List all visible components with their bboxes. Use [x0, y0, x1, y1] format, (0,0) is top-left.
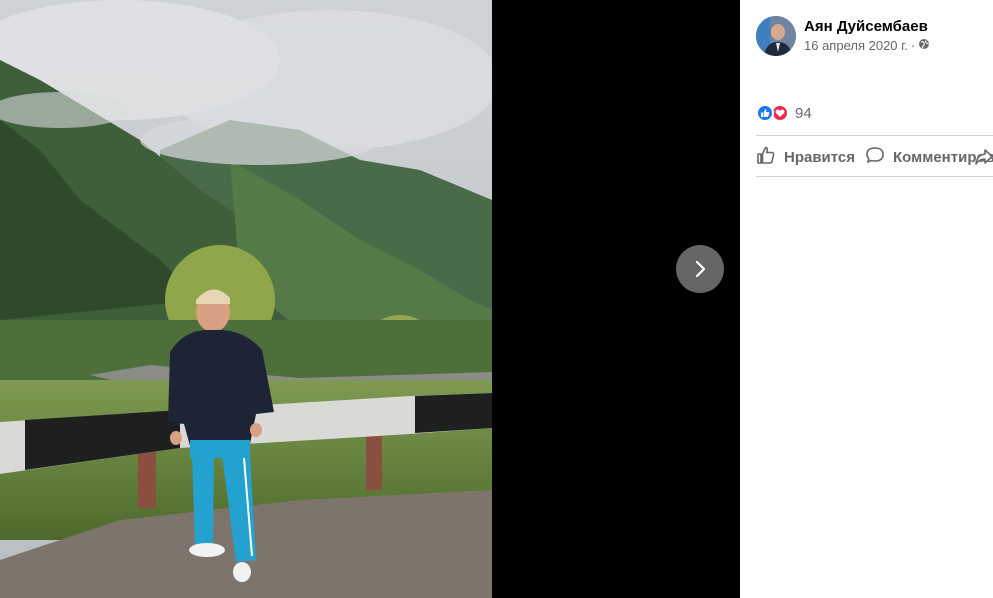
thumbs-up-icon: [756, 145, 784, 169]
avatar[interactable]: [756, 16, 796, 56]
date-separator: ·: [910, 38, 916, 53]
like-label: Нравится: [784, 148, 856, 166]
next-photo-button[interactable]: [676, 245, 724, 293]
post-actions: Нравится Комментировать: [756, 140, 993, 174]
chevron-right-icon: [691, 260, 709, 278]
author-name[interactable]: Аян Дуйсембаев: [804, 18, 930, 36]
divider: [756, 135, 993, 136]
post-date-row: 16 апреля 2020 г. ·: [804, 38, 930, 54]
post-header: Аян Дуйсембаев 16 апреля 2020 г. ·: [756, 16, 930, 56]
post-photo[interactable]: [0, 0, 492, 598]
post-details-panel: Аян Дуйсембаев 16 апреля 2020 г. · 94 Нр…: [740, 0, 993, 598]
like-button[interactable]: Нравится: [756, 145, 855, 169]
post-meta: Аян Дуйсембаев 16 апреля 2020 г. ·: [804, 18, 930, 54]
photo-viewer: [0, 0, 740, 598]
share-icon[interactable]: [974, 147, 993, 172]
comment-icon: [865, 145, 893, 169]
post-date[interactable]: 16 апреля 2020 г.: [804, 38, 908, 54]
reactions-summary[interactable]: 94: [756, 104, 812, 122]
reaction-count: 94: [795, 104, 812, 122]
globe-icon[interactable]: [918, 38, 930, 54]
like-reaction-icon: [756, 104, 774, 122]
divider: [756, 176, 993, 177]
